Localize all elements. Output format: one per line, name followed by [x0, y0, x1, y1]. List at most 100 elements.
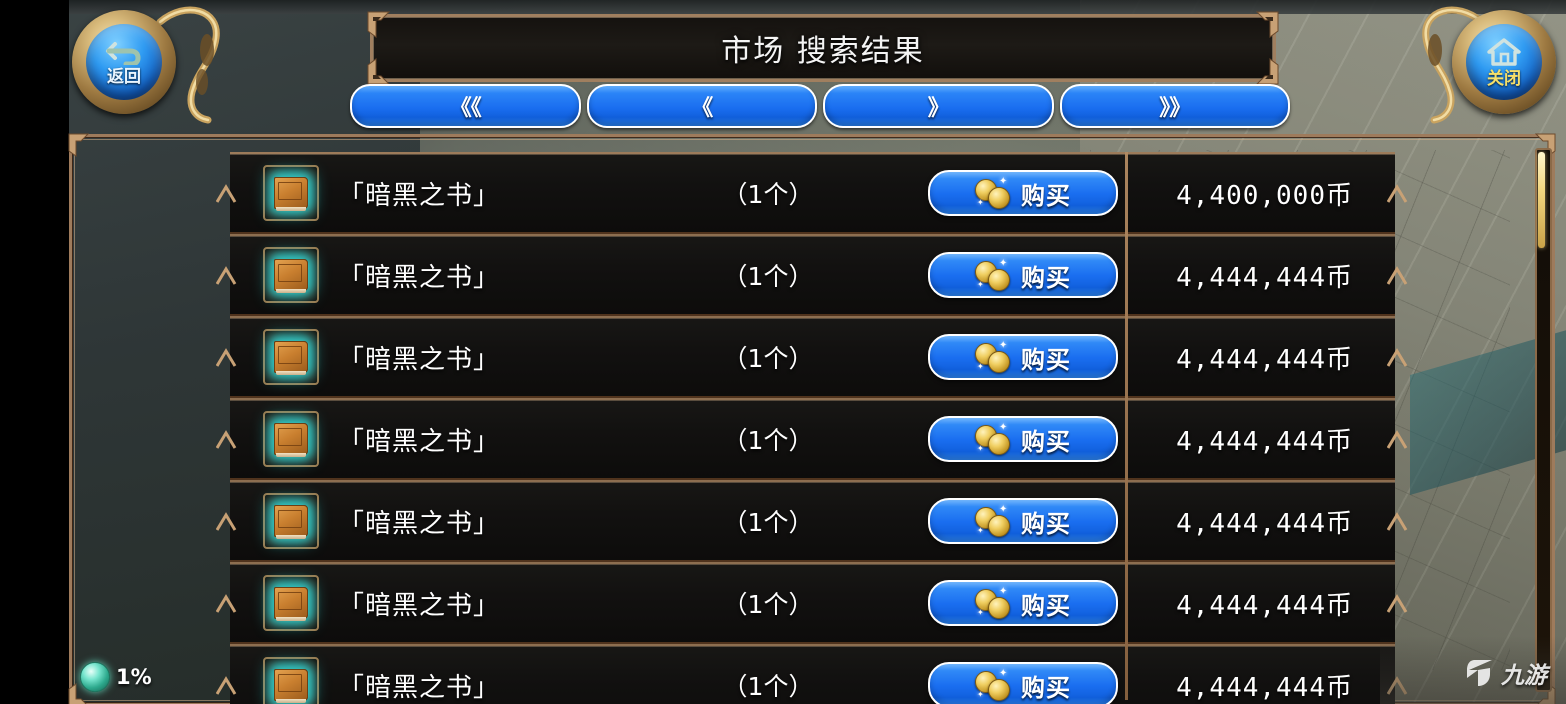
item-icon-cell	[260, 329, 322, 385]
watermark: 九游	[1466, 656, 1547, 690]
item-slot[interactable]	[263, 575, 319, 631]
left-letterbox	[0, 0, 69, 704]
item-price: 4,444,444币	[1176, 262, 1353, 293]
table-row[interactable]: 「暗黑之书」 （1个） ✦ ✦ 购买 4,444,444币	[215, 562, 1408, 644]
item-quantity: （1个）	[722, 672, 814, 701]
table-row[interactable]: 「暗黑之书」 （1个） ✦ ✦ 购买 4,444,444币	[215, 644, 1408, 704]
last-page-label: 》》	[1159, 96, 1191, 121]
coin-icon: ✦ ✦	[975, 505, 1013, 537]
item-name: 「暗黑之书」	[338, 426, 501, 457]
item-name: 「暗黑之书」	[338, 344, 501, 375]
return-arrow-icon	[104, 39, 144, 68]
close-button[interactable]: 关闭	[1452, 10, 1556, 114]
row-ornament-right	[1386, 593, 1409, 613]
item-price: 4,444,444币	[1176, 590, 1353, 621]
item-icon-cell	[260, 657, 322, 704]
item-price: 4,444,444币	[1176, 344, 1353, 375]
row-ornament-right	[1386, 265, 1409, 285]
item-slot[interactable]	[263, 329, 319, 385]
item-slot[interactable]	[263, 165, 319, 221]
first-page-label: 《《	[449, 96, 482, 121]
buy-button[interactable]: ✦ ✦ 购买	[928, 416, 1118, 462]
game-market-screen: 市场 搜索结果 《《 《 》 》》 返回 关闭 「暗黑之书」 （1个） ✦ ✦ …	[0, 0, 1566, 704]
row-ornament-left	[215, 183, 238, 203]
pagination-bar: 《《 《 》 》》	[350, 84, 1290, 128]
buy-button[interactable]: ✦ ✦ 购买	[928, 170, 1118, 216]
home-icon	[1485, 37, 1523, 70]
back-button-label: 返回	[107, 66, 141, 87]
row-ornament-right	[1386, 511, 1409, 531]
page-title: 市场 搜索结果	[721, 34, 925, 69]
table-row[interactable]: 「暗黑之书」 （1个） ✦ ✦ 购买 4,444,444币	[215, 234, 1408, 316]
table-row[interactable]: 「暗黑之书」 （1个） ✦ ✦ 购买 4,444,444币	[215, 316, 1408, 398]
row-ornament-left	[215, 593, 238, 613]
buy-button-label: 购买	[1021, 673, 1071, 702]
item-icon-cell	[260, 165, 322, 221]
item-slot[interactable]	[263, 657, 319, 704]
table-row[interactable]: 「暗黑之书」 （1个） ✦ ✦ 购买 4,444,444币	[215, 480, 1408, 562]
progress-orb-icon	[80, 662, 110, 692]
item-name: 「暗黑之书」	[338, 672, 501, 703]
coin-icon: ✦ ✦	[975, 587, 1013, 619]
item-slot[interactable]	[263, 247, 319, 303]
item-price: 4,444,444币	[1176, 508, 1353, 539]
coin-icon: ✦ ✦	[975, 423, 1013, 455]
buy-button-label: 购买	[1021, 181, 1071, 210]
dark-book-item-icon	[274, 669, 308, 703]
dark-book-item-icon	[274, 423, 308, 457]
dark-book-item-icon	[274, 341, 308, 375]
title-bar: 市场 搜索结果	[367, 11, 1279, 85]
scrollbar-thumb[interactable]	[1538, 152, 1545, 248]
buy-button[interactable]: ✦ ✦ 购买	[928, 662, 1118, 704]
row-ornament-left	[215, 675, 238, 695]
coin-icon: ✦ ✦	[975, 341, 1013, 373]
item-quantity: （1个）	[722, 426, 814, 455]
item-quantity: （1个）	[722, 508, 814, 537]
dark-book-item-icon	[274, 259, 308, 293]
buy-button[interactable]: ✦ ✦ 购买	[928, 498, 1118, 544]
item-price: 4,400,000币	[1176, 180, 1353, 211]
next-page-button[interactable]: 》	[823, 84, 1054, 128]
buy-button[interactable]: ✦ ✦ 购买	[928, 580, 1118, 626]
close-button-label: 关闭	[1487, 68, 1521, 89]
dark-book-item-icon	[274, 505, 308, 539]
market-item-list: 「暗黑之书」 （1个） ✦ ✦ 购买 4,400,000币「暗黑之书」 （1个） ✦ ✦ 购买 4,…	[215, 152, 1408, 704]
row-ornament-left	[215, 347, 238, 367]
row-ornament-left	[215, 511, 238, 531]
row-ornament-right	[1386, 347, 1409, 367]
watermark-text: 九游	[1501, 663, 1547, 689]
row-ornament-right	[1386, 183, 1409, 203]
progress-label: 1%	[116, 665, 152, 689]
item-icon-cell	[260, 575, 322, 631]
next-page-label: 》	[927, 96, 950, 121]
buy-button-label: 购买	[1021, 427, 1071, 456]
table-row[interactable]: 「暗黑之书」 （1个） ✦ ✦ 购买 4,400,000币	[215, 152, 1408, 234]
first-page-button[interactable]: 《《	[350, 84, 581, 128]
item-slot[interactable]	[263, 411, 319, 467]
buy-cell: ✦ ✦ 购买	[898, 416, 1148, 462]
table-row[interactable]: 「暗黑之书」 （1个） ✦ ✦ 购买 4,444,444币	[215, 398, 1408, 480]
top-shade	[69, 0, 1566, 14]
dark-book-item-icon	[274, 177, 308, 211]
row-ornament-left	[215, 429, 238, 449]
coin-icon: ✦ ✦	[975, 177, 1013, 209]
dark-book-item-icon	[274, 587, 308, 621]
buy-button-label: 购买	[1021, 263, 1071, 292]
buy-button[interactable]: ✦ ✦ 购买	[928, 252, 1118, 298]
prev-page-button[interactable]: 《	[586, 84, 817, 128]
item-quantity: （1个）	[722, 344, 814, 373]
item-slot[interactable]	[263, 493, 319, 549]
item-price: 4,444,444币	[1176, 672, 1353, 703]
buy-button[interactable]: ✦ ✦ 购买	[928, 334, 1118, 380]
item-quantity: （1个）	[722, 262, 814, 291]
coin-icon: ✦ ✦	[975, 259, 1013, 291]
buy-button-label: 购买	[1021, 591, 1071, 620]
item-name: 「暗黑之书」	[338, 508, 501, 539]
last-page-button[interactable]: 》》	[1059, 84, 1290, 128]
buy-button-label: 购买	[1021, 509, 1071, 538]
list-scrollbar[interactable]	[1535, 148, 1552, 692]
buy-cell: ✦ ✦ 购买	[898, 580, 1148, 626]
back-button[interactable]: 返回	[72, 10, 176, 114]
row-ornament-left	[215, 265, 238, 285]
jiuyou-logo-icon	[1466, 656, 1496, 690]
